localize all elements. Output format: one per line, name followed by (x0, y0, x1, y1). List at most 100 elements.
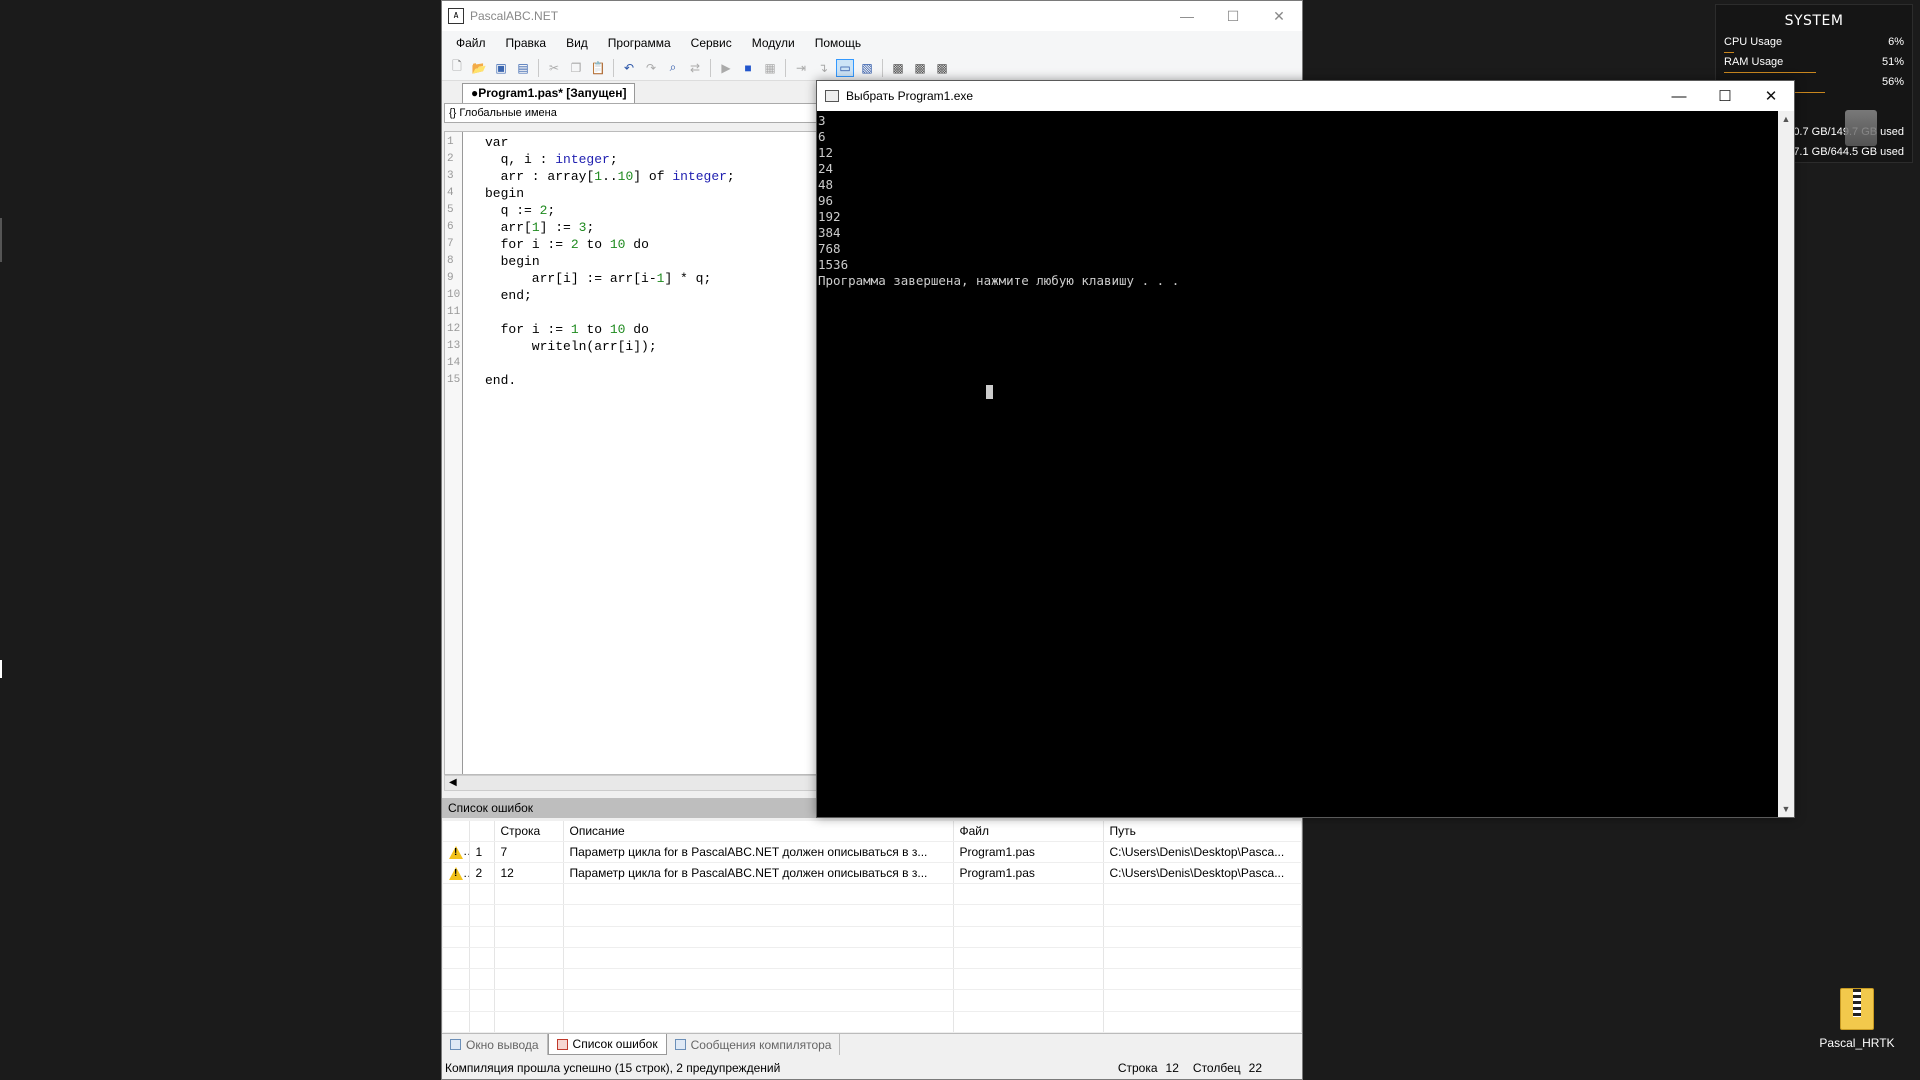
pascal-app-icon: A (448, 8, 464, 24)
error-description: Параметр цикла for в PascalABC.NET долже… (563, 862, 954, 885)
column-description[interactable]: Описание (563, 821, 954, 842)
toolbar-separator (613, 58, 614, 77)
console-line: 12 (818, 145, 834, 160)
line-number-gutter: 1 2 3 4 5 6 7 8 9 10 11 12 13 14 15 (445, 132, 463, 774)
table-row[interactable]: 1 7 Параметр цикла for в PascalABC.NET д… (443, 841, 1302, 863)
open-folder-icon[interactable]: 📂 (470, 59, 488, 77)
tab-program1[interactable]: ●Program1.pas* [Запущен] (462, 83, 636, 103)
cut-icon[interactable]: ✂ (545, 59, 563, 77)
output-window-icon (450, 1039, 461, 1050)
column-line[interactable]: Строка (494, 821, 564, 842)
run-icon[interactable]: ▶ (717, 59, 735, 77)
code-editor[interactable]: 1 2 3 4 5 6 7 8 9 10 11 12 13 14 15 var q, i : integer… (444, 131, 852, 775)
code-line: for i := 1 to 10 do (500, 322, 649, 337)
desktop-shortcut-pascal-hrtk[interactable]: Pascal_HRTK (1812, 988, 1902, 1050)
cpu-usage-label: CPU Usage (1724, 36, 1783, 48)
tab-compiler-messages-label: Сообщения компилятора (690, 1037, 832, 1052)
menu-service[interactable]: Сервис (681, 36, 742, 50)
copy-icon[interactable]: ❐ (567, 59, 585, 77)
compile-icon[interactable]: ▦ (761, 59, 779, 77)
errors-table-header: Строка Описание Файл Путь (443, 821, 1302, 842)
scroll-up-icon[interactable]: ▲ (1778, 111, 1794, 127)
console-line: 768 (818, 241, 841, 256)
code-line: arr[i] := arr[i-1] * q; (485, 271, 712, 286)
console-line: 1536 (818, 257, 849, 272)
code-line: for i := 2 to 10 do (500, 237, 649, 252)
code-line: writeln(arr[i]); (485, 339, 657, 354)
tab-error-list[interactable]: Список ошибок (547, 1034, 667, 1055)
menu-modules[interactable]: Модули (742, 36, 805, 50)
error-list-icon (556, 1038, 568, 1050)
cursor-position: Строка 12 Столбец 22 (1118, 1061, 1262, 1075)
code-line: arr : array[1..10] of integer; (485, 169, 735, 184)
find-icon[interactable]: ⌕ (664, 59, 682, 77)
ide-title: PascalABC.NET (470, 9, 559, 23)
ide-window-controls: ― ☐ ✕ (1164, 1, 1302, 31)
code-line: q := 2; (485, 203, 556, 218)
console-output[interactable]: 3 6 12 24 48 96 192 384 768 1536 Програм… (817, 111, 1778, 817)
step-into-icon[interactable]: ⇥ (792, 59, 810, 77)
error-number: 1 (469, 841, 495, 863)
toolbar-separator (710, 58, 711, 77)
tab-output[interactable]: Окно вывода (442, 1034, 548, 1055)
bottom-panel-tabs: Окно вывода Список ошибок Сообщения комп… (442, 1033, 1302, 1055)
module-icon-2[interactable]: ▩ (911, 59, 929, 77)
replace-icon[interactable]: ⇄ (686, 59, 704, 77)
step-over-icon[interactable]: ↴ (814, 59, 832, 77)
module-icon-1[interactable]: ▩ (889, 59, 907, 77)
column-path[interactable]: Путь (1103, 821, 1302, 842)
module-icon-3[interactable]: ▩ (933, 59, 951, 77)
empty-row (443, 968, 1302, 991)
console-titlebar[interactable]: Выбрать Program1.exe ― ☐ ✕ (817, 81, 1794, 111)
status-bar: Компиляция прошла успешно (15 строк), 2 … (442, 1057, 1302, 1079)
menu-edit[interactable]: Правка (496, 36, 557, 50)
desktop-edge-mark (0, 660, 2, 678)
menu-view[interactable]: Вид (556, 36, 598, 50)
scroll-down-icon[interactable]: ▼ (1778, 801, 1794, 817)
save-all-icon[interactable]: ▤ (514, 59, 532, 77)
console-line: 192 (818, 209, 841, 224)
menu-help[interactable]: Помощь (805, 36, 871, 50)
console-window: Выбрать Program1.exe ― ☐ ✕ 3 6 12 24 48 … (816, 80, 1795, 818)
menu-file[interactable]: Файл (446, 36, 496, 50)
undo-icon[interactable]: ↶ (620, 59, 638, 77)
paste-icon[interactable]: 📋 (589, 59, 607, 77)
toolbar-separator (785, 58, 786, 77)
console-title: Выбрать Program1.exe (846, 89, 974, 103)
new-file-icon[interactable]: 🗋 (448, 59, 466, 77)
close-button[interactable]: ✕ (1256, 1, 1302, 31)
column-file[interactable]: Файл (953, 821, 1104, 842)
desktop-edge-mark (0, 218, 2, 262)
code-line: q, i : integer; (485, 152, 618, 167)
console-window-icon[interactable]: ▭ (836, 58, 854, 77)
console-maximize-button[interactable]: ☐ (1702, 81, 1748, 111)
console-vertical-scrollbar[interactable]: ▲ ▼ (1778, 111, 1794, 817)
code-line: begin (485, 186, 525, 201)
console-line: 48 (818, 177, 834, 192)
save-icon[interactable]: ▣ (492, 59, 510, 77)
menu-program[interactable]: Программа (598, 36, 681, 50)
tab-output-label: Окно вывода (466, 1037, 539, 1052)
widget-title: SYSTEM (1784, 13, 1844, 29)
source-code[interactable]: var q, i : integer; arr : array[1..10] o… (463, 132, 735, 774)
redo-icon[interactable]: ↷ (642, 59, 660, 77)
console-minimize-button[interactable]: ― (1656, 81, 1702, 111)
console-close-button[interactable]: ✕ (1748, 81, 1794, 111)
tab-compiler-messages[interactable]: Сообщения компилятора (667, 1034, 841, 1055)
stop-icon[interactable]: ■ (739, 59, 757, 77)
desktop-shortcut-label: Pascal_HRTK (1819, 1036, 1895, 1050)
empty-row (443, 926, 1302, 948)
error-path: C:\Users\Denis\Desktop\Pasca... (1103, 862, 1302, 885)
editor-horizontal-scrollbar[interactable]: ◀ (444, 775, 852, 791)
maximize-button[interactable]: ☐ (1210, 1, 1256, 31)
table-row[interactable]: 2 12 Параметр цикла for в PascalABC.NET … (443, 862, 1302, 885)
empty-row (443, 1011, 1302, 1034)
ide-titlebar[interactable]: A PascalABC.NET ― ☐ ✕ (442, 1, 1302, 31)
row-label: Строка (1117, 1061, 1158, 1075)
output-icon[interactable]: ▧ (858, 59, 876, 77)
ram-usage-row: RAM Usage 51% (1716, 53, 1912, 73)
minimize-button[interactable]: ― (1164, 1, 1210, 31)
code-line: begin (500, 254, 540, 269)
